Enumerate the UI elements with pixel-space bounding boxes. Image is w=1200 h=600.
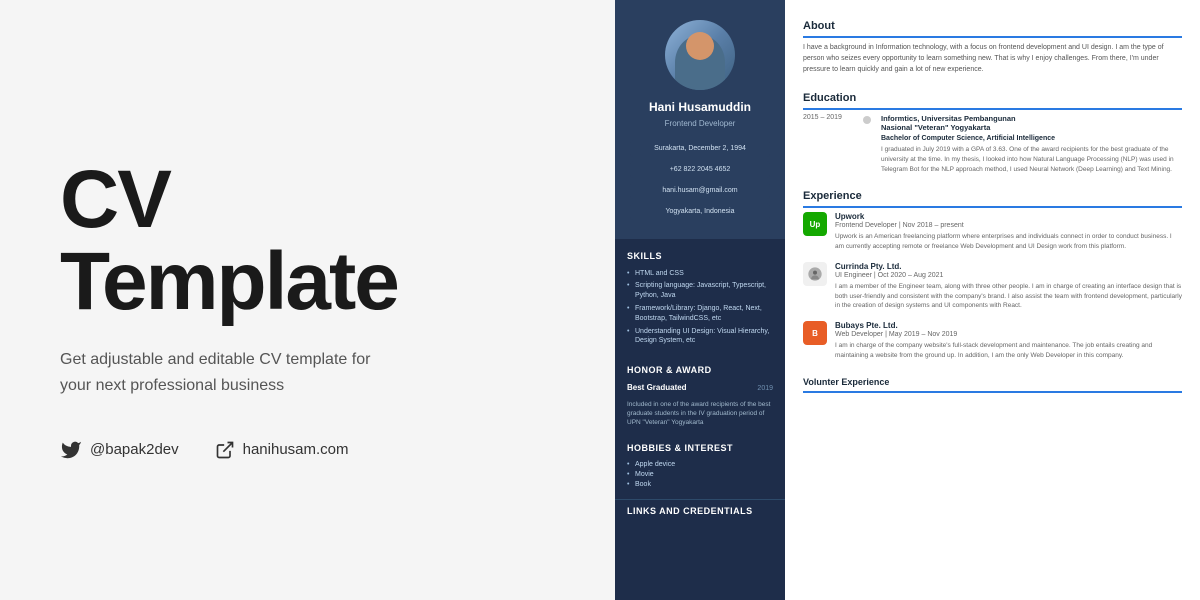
cv-hobby-2: Movie xyxy=(627,471,773,478)
cv-birth-location: Surakarta, December 2, 1994 xyxy=(630,140,770,157)
cv-edu-desc: I graduated in July 2019 with a GPA of 3… xyxy=(881,145,1182,174)
cv-links-section: Links and Credentials xyxy=(615,499,785,530)
left-panel: CV Template Get adjustable and editable … xyxy=(0,0,615,600)
cv-award-desc: Included in one of the award recipients … xyxy=(627,400,773,427)
cv-exp-upwork-content: Upwork Frontend Developer | Nov 2018 – p… xyxy=(835,212,1182,252)
cv-exp-currinda-desc: I am a member of the Engineer team, alon… xyxy=(835,282,1182,311)
cv-volunteer-section: Volunter Experience xyxy=(803,377,1182,393)
social-links: @bapak2dev hanihusam.com xyxy=(60,439,555,461)
cv-skill-3: Framework/Library: Django, React, Next, … xyxy=(627,304,773,324)
cv-about-section: About I have a background in Information… xyxy=(803,20,1182,76)
cv-award-section: Honor & Award Best Graduated 2019 Includ… xyxy=(615,357,785,435)
cv-edu-degree: Bachelor of Computer Science, Artificial… xyxy=(881,135,1182,142)
cv-edu-years: 2015 – 2019 xyxy=(803,114,853,175)
cv-preview: Hani Husamuddin Frontend Developer Surak… xyxy=(615,0,1200,600)
cv-skills-title: Skills xyxy=(627,251,773,261)
twitter-handle: @bapak2dev xyxy=(90,441,179,458)
cv-hobbies-section: Hobbies & Interest Apple device Movie Bo… xyxy=(615,435,785,499)
cv-education-section: Education 2015 – 2019 Informtics, Univer… xyxy=(803,92,1182,175)
website-link[interactable]: hanihusam.com xyxy=(215,440,349,460)
cv-edu-item-1: 2015 – 2019 Informtics, Universitas Pemb… xyxy=(803,114,1182,175)
cv-hobby-3: Book xyxy=(627,481,773,488)
cv-exp-bubays-role: Web Developer | May 2019 – Nov 2019 xyxy=(835,331,1182,338)
cv-avatar-section: Hani Husamuddin Frontend Developer Surak… xyxy=(615,0,785,239)
cv-edu-school: Informtics, Universitas PembangunanNasio… xyxy=(881,114,1182,134)
cv-avatar xyxy=(665,20,735,90)
bubays-logo: B xyxy=(803,321,827,345)
cv-exp-bubays-content: Bubays Pte. Ltd. Web Developer | May 201… xyxy=(835,321,1182,361)
cv-honor-title: Honor & Award xyxy=(627,365,773,375)
cv-right-column: About I have a background in Information… xyxy=(785,0,1200,600)
cv-exp-upwork-role: Frontend Developer | Nov 2018 – present xyxy=(835,222,1182,229)
cv-exp-currinda: Currinda Pty. Ltd. UI Engineer | Oct 202… xyxy=(803,262,1182,311)
cv-exp-bubays: B Bubays Pte. Ltd. Web Developer | May 2… xyxy=(803,321,1182,361)
twitter-link[interactable]: @bapak2dev xyxy=(60,439,179,461)
cv-skill-4: Understanding UI Design: Visual Hierarch… xyxy=(627,327,773,347)
avatar-head xyxy=(686,32,714,60)
cv-exp-currinda-name: Currinda Pty. Ltd. xyxy=(835,262,1182,271)
cv-exp-currinda-role: UI Engineer | Oct 2020 – Aug 2021 xyxy=(835,272,1182,279)
cv-edu-dot xyxy=(863,116,871,124)
cv-edu-content: Informtics, Universitas PembangunanNasio… xyxy=(881,114,1182,175)
cv-phone: +62 822 2045 4652 xyxy=(630,161,770,178)
cv-links-title: Links and Credentials xyxy=(627,506,773,516)
cv-volunteer-title: Volunter Experience xyxy=(803,377,1182,393)
cv-experience-title: Experience xyxy=(803,190,1182,208)
cv-hobby-1: Apple device xyxy=(627,461,773,468)
cv-exp-bubays-desc: I am in charge of the company website's … xyxy=(835,341,1182,361)
cv-exp-upwork-desc: Upwork is an American freelancing platfo… xyxy=(835,232,1182,252)
cv-hobbies-title: Hobbies & Interest xyxy=(627,443,773,453)
cv-exp-currinda-content: Currinda Pty. Ltd. UI Engineer | Oct 202… xyxy=(835,262,1182,311)
subtitle: Get adjustable and editable CV template … xyxy=(60,347,380,398)
website-url: hanihusam.com xyxy=(243,441,349,458)
cv-exp-upwork: Up Upwork Frontend Developer | Nov 2018 … xyxy=(803,212,1182,252)
external-link-icon xyxy=(215,440,235,460)
twitter-icon xyxy=(60,439,82,461)
cv-skill-2: Scripting language: Javascript, Typescri… xyxy=(627,281,773,301)
upwork-logo: Up xyxy=(803,212,827,236)
cv-award-year: 2019 xyxy=(757,385,773,392)
cv-award-name: Best Graduated xyxy=(627,383,687,392)
cv-exp-bubays-name: Bubays Pte. Ltd. xyxy=(835,321,1182,330)
cv-email: hani.husam@gmail.com xyxy=(630,182,770,199)
cv-exp-upwork-name: Upwork xyxy=(835,212,1182,221)
cv-about-title: About xyxy=(803,20,1182,38)
cv-skills-section: Skills HTML and CSS Scripting language: … xyxy=(615,239,785,358)
cv-role: Frontend Developer xyxy=(665,119,736,128)
cv-left-column: Hani Husamuddin Frontend Developer Surak… xyxy=(615,0,785,600)
cv-city: Yogyakarta, Indonesia xyxy=(630,203,770,220)
cv-name: Hani Husamuddin xyxy=(649,100,751,116)
cv-experience-section: Experience Up Upwork Frontend Developer … xyxy=(803,190,1182,360)
cv-education-title: Education xyxy=(803,92,1182,110)
currinda-logo xyxy=(803,262,827,286)
main-title: CV Template xyxy=(60,159,555,323)
cv-skill-1: HTML and CSS xyxy=(627,269,773,279)
cv-about-text: I have a background in Information techn… xyxy=(803,42,1182,76)
